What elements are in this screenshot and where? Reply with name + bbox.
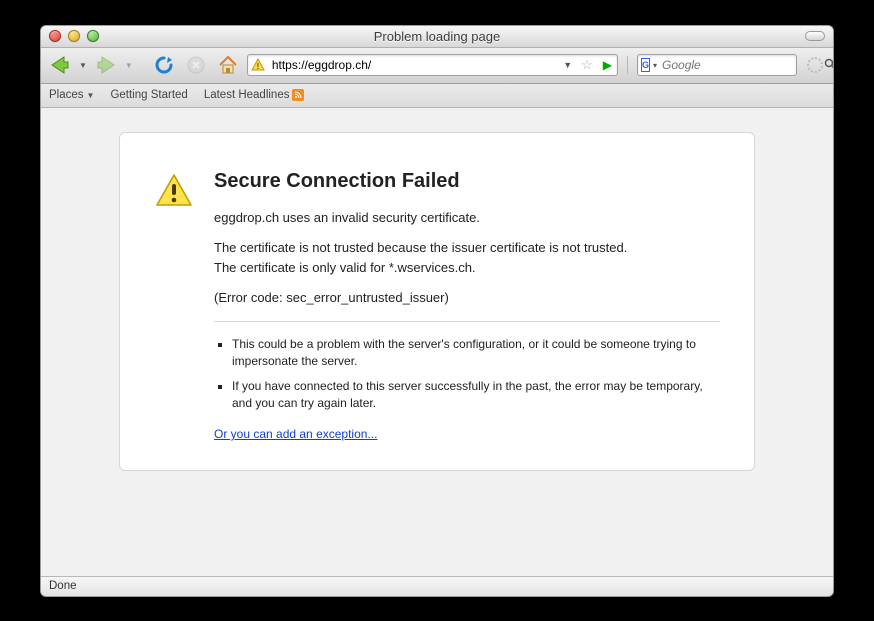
titlebar: Problem loading page: [41, 26, 833, 48]
search-engine-dropdown[interactable]: ▾: [653, 61, 657, 70]
url-input[interactable]: [270, 57, 557, 73]
stop-button[interactable]: [183, 52, 209, 78]
navigation-toolbar: ▼ ▼: [41, 48, 833, 84]
forward-history-dropdown[interactable]: ▼: [125, 61, 133, 70]
rss-icon: [292, 89, 304, 101]
toolbar-capsule-button[interactable]: [805, 31, 825, 41]
warning-triangle-icon: [154, 171, 194, 444]
bookmarks-places[interactable]: Places ▼: [49, 89, 94, 101]
error-intro: eggdrop.ch uses an invalid security cert…: [214, 209, 720, 227]
go-icon[interactable]: ▶: [600, 58, 615, 72]
activity-throbber-icon: [807, 57, 823, 73]
close-button[interactable]: [49, 30, 61, 42]
content-area: Secure Connection Failed eggdrop.ch uses…: [41, 108, 833, 576]
add-exception-link[interactable]: Or you can add an exception...: [214, 427, 377, 441]
separator: [214, 321, 720, 322]
error-bullet-1: This could be a problem with the server'…: [232, 336, 720, 370]
error-reason-1: The certificate is not trusted because t…: [214, 239, 720, 257]
forward-button[interactable]: [93, 52, 119, 78]
places-label: Places: [49, 89, 84, 101]
toolbar-separator: [627, 56, 628, 74]
search-magnifier-icon[interactable]: [824, 58, 834, 73]
error-body: Secure Connection Failed eggdrop.ch uses…: [214, 167, 720, 444]
status-text: Done: [49, 580, 77, 592]
bookmarks-toolbar: Places ▼ Getting Started Latest Headline…: [41, 84, 833, 108]
stop-icon: [187, 56, 205, 74]
browser-window: Problem loading page ▼ ▼: [40, 25, 834, 597]
bookmark-latest-headlines[interactable]: Latest Headlines: [204, 89, 305, 101]
identity-warning-icon[interactable]: !: [250, 57, 266, 73]
chevron-down-icon: ▼: [87, 91, 95, 100]
window-title: Problem loading page: [41, 29, 833, 44]
latest-headlines-label: Latest Headlines: [204, 89, 290, 101]
arrow-left-icon: [48, 53, 72, 77]
status-bar: Done: [41, 576, 833, 596]
bookmark-getting-started[interactable]: Getting Started: [110, 89, 187, 101]
arrow-right-icon: [94, 53, 118, 77]
zoom-button[interactable]: [87, 30, 99, 42]
error-reason-2: The certificate is only valid for *.wser…: [214, 259, 720, 277]
traffic-lights: [49, 30, 99, 42]
error-bullet-2: If you have connected to this server suc…: [232, 378, 720, 412]
search-input[interactable]: [660, 57, 821, 73]
bookmark-star-icon[interactable]: ☆: [578, 57, 596, 73]
getting-started-label: Getting Started: [110, 89, 187, 101]
home-button[interactable]: [215, 52, 241, 78]
error-heading: Secure Connection Failed: [214, 167, 720, 195]
svg-text:!: !: [257, 62, 260, 71]
error-code: (Error code: sec_error_untrusted_issuer): [214, 289, 720, 307]
error-card: Secure Connection Failed eggdrop.ch uses…: [119, 132, 755, 471]
home-icon: [217, 54, 239, 76]
reload-icon: [154, 55, 174, 75]
back-button[interactable]: [47, 52, 73, 78]
search-engine-icon[interactable]: G: [641, 58, 650, 72]
urlbar-dropdown-icon[interactable]: ▼: [561, 60, 574, 70]
minimize-button[interactable]: [68, 30, 80, 42]
search-bar[interactable]: G ▾: [637, 54, 797, 76]
reload-button[interactable]: [151, 52, 177, 78]
back-history-dropdown[interactable]: ▼: [79, 61, 87, 70]
error-suggestions: This could be a problem with the server'…: [214, 336, 720, 411]
url-bar[interactable]: ! ▼ ☆ ▶: [247, 54, 618, 76]
